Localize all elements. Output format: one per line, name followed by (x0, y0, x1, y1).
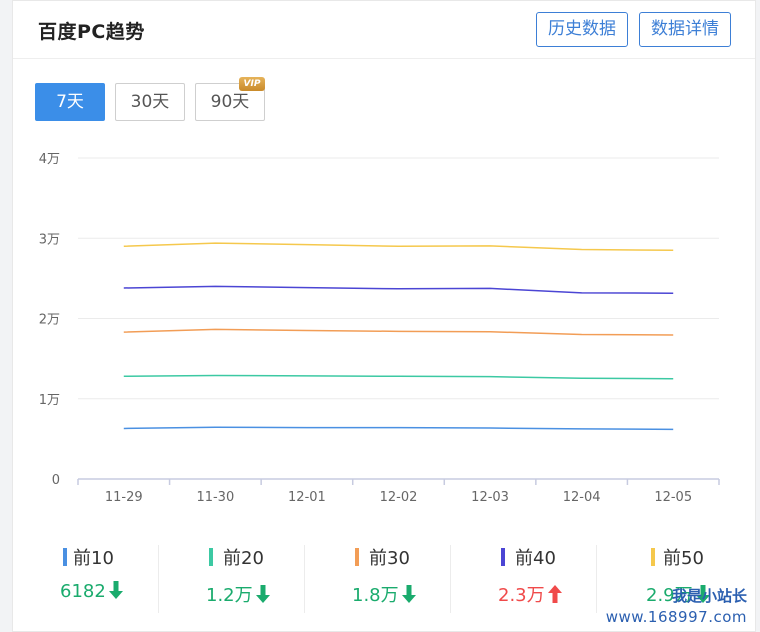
legend-item-name: 前20 (223, 548, 264, 569)
series-line-前40 (123, 285, 674, 294)
legend-item-top40[interactable]: 前40 2.3万 (451, 541, 597, 617)
range-30-days-button[interactable]: 30天 (115, 83, 185, 121)
legend-item-top10[interactable]: 前10 6182 (13, 541, 159, 617)
series-color-bar (355, 548, 359, 566)
x-tick-label: 12-03 (471, 490, 509, 505)
x-tick-label: 11-30 (196, 490, 234, 505)
y-tick-label: 1万 (39, 393, 60, 408)
legend-item-name: 前10 (73, 548, 114, 569)
value-text: 1.8万 (352, 585, 399, 606)
value-text: 2.3万 (498, 585, 545, 606)
series-color-bar (209, 548, 213, 566)
series-line-前10 (123, 426, 674, 431)
series-line-前50 (123, 242, 674, 252)
value-text: 1.2万 (206, 585, 253, 606)
x-tick-label: 11-29 (105, 490, 143, 505)
x-tick-label: 12-04 (563, 490, 601, 505)
legend-item-name: 前50 (663, 548, 704, 569)
trend-arrow-icon (547, 585, 562, 608)
series-line-前20 (123, 374, 674, 380)
series-color-bar (63, 548, 67, 566)
card-header: 百度PC趋势 历史数据 数据详情 (13, 1, 755, 59)
legend-item-value: 2.3万 (498, 581, 562, 608)
data-detail-button[interactable]: 数据详情 (639, 12, 731, 47)
trend-line-chart: 0 1万 2万 3万 4万 11-29 11-30 12-01 12-02 12-03 12-04 1… (39, 152, 720, 505)
legend-item-name: 前30 (369, 548, 410, 569)
series-line-前30 (123, 328, 674, 336)
series-color-bar (501, 548, 505, 566)
x-tick-label: 12-02 (380, 490, 418, 505)
trend-arrow-icon (255, 585, 270, 608)
history-data-button[interactable]: 历史数据 (536, 12, 628, 47)
series-color-bar (651, 548, 655, 566)
legend-item-top30[interactable]: 前30 1.8万 (305, 541, 451, 617)
baidu-pc-trend-card: 百度PC趋势 历史数据 数据详情 7天 30天 90天 VIP 0 1万 2万 3万 4… (12, 0, 756, 632)
y-tick-label: 2万 (39, 313, 60, 328)
trend-arrow-icon (108, 581, 123, 604)
x-tick-label: 12-01 (288, 490, 326, 505)
legend-item-name: 前40 (515, 548, 556, 569)
vip-badge: VIP (239, 77, 265, 91)
x-tick-label: 12-05 (654, 490, 692, 505)
legend-item-top20[interactable]: 前20 1.2万 (159, 541, 305, 617)
range-7-days-button[interactable]: 7天 (35, 83, 105, 121)
watermark-line2: www.168997.com (605, 608, 747, 626)
legend-item-value: 1.2万 (206, 581, 270, 608)
legend-item-value: 6182 (60, 581, 123, 604)
y-tick-label: 4万 (39, 152, 60, 167)
value-text: 6182 (60, 581, 106, 602)
watermark-line1: 我是小站长 (671, 587, 747, 605)
y-tick-label: 0 (52, 473, 60, 488)
legend-item-value: 1.8万 (352, 581, 416, 608)
trend-arrow-icon (401, 585, 416, 608)
card-title: 百度PC趋势 (38, 21, 145, 43)
watermark: 我是小站长 www.168997.com (606, 585, 747, 626)
y-tick-label: 3万 (39, 232, 60, 247)
